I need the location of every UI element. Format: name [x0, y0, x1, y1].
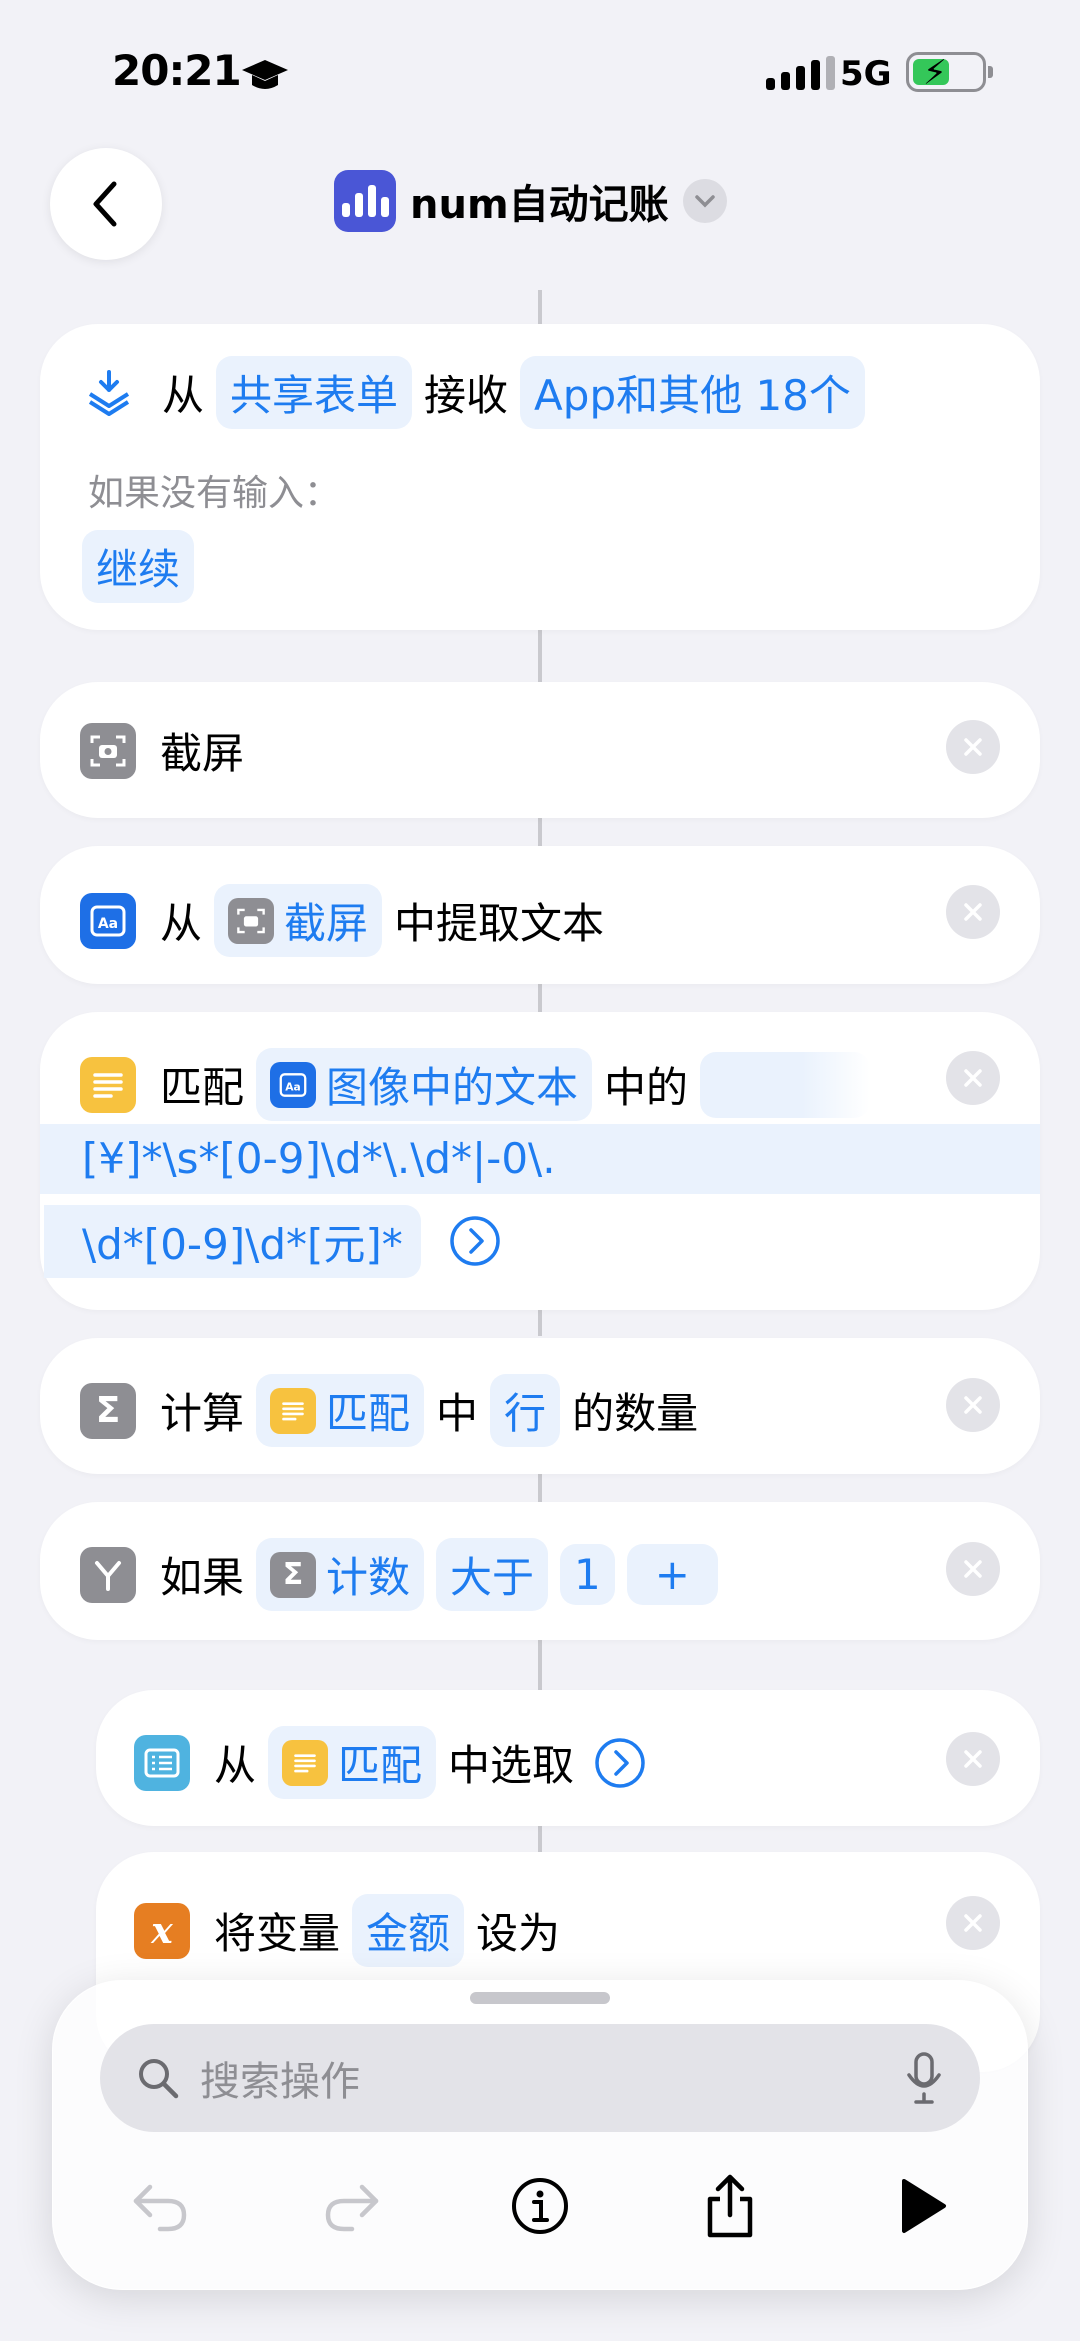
from-label: 从: [162, 371, 205, 420]
tray-download-icon: [88, 369, 130, 416]
branch-icon: [80, 1546, 136, 1603]
from-label: 从: [214, 1741, 257, 1790]
network-label: 5G: [840, 54, 892, 94]
search-placeholder: 搜索操作: [200, 2059, 360, 2105]
match-token-label: 匹配: [326, 1389, 411, 1438]
close-icon[interactable]: [946, 1896, 1000, 1950]
svg-text:Aa: Aa: [285, 1080, 300, 1093]
set-variable-label: 将变量: [214, 1909, 341, 1958]
sheet-handle[interactable]: [470, 1992, 610, 2004]
match-token[interactable]: 匹配: [256, 1374, 425, 1447]
set-to-label: 设为: [476, 1909, 561, 1958]
text-aa-icon: Aa: [270, 1061, 317, 1108]
image-text-token[interactable]: Aa 图像中的文本: [256, 1048, 593, 1121]
chevron-left-icon: [93, 181, 117, 227]
page-title: num自动记账: [410, 182, 669, 228]
flow-line: [538, 984, 542, 1012]
share-icon: [707, 2174, 753, 2238]
screenshot-token[interactable]: 截屏: [214, 884, 383, 957]
of-label: 中的: [604, 1063, 689, 1112]
undo-icon: [133, 2184, 187, 2232]
chevron-down-icon[interactable]: [682, 179, 727, 223]
info-button[interactable]: [500, 2166, 580, 2246]
screenshot-label: 截屏: [160, 729, 245, 778]
pattern-token[interactable]: [700, 1051, 871, 1118]
count-label: 计算: [160, 1389, 245, 1438]
flow-line: [538, 1640, 542, 1690]
add-condition-button[interactable]: +: [626, 1544, 718, 1605]
flow-line: [538, 1310, 542, 1336]
close-icon[interactable]: [946, 720, 1000, 774]
source-token[interactable]: 共享表单: [216, 356, 413, 429]
flow-line: [538, 1474, 542, 1502]
in-label: 中: [436, 1389, 479, 1438]
extract-action-label: 中提取文本: [394, 899, 605, 948]
flow-line: [538, 630, 542, 682]
no-input-label: 如果没有输入：: [88, 473, 341, 514]
count-token[interactable]: Σ 计数: [256, 1538, 425, 1611]
search-field[interactable]: 搜索操作: [100, 2024, 980, 2132]
shortcut-title-menu[interactable]: num自动记账: [334, 170, 727, 232]
close-icon[interactable]: [946, 1542, 1000, 1596]
regex-line-1[interactable]: [¥]*\s*[0-9]\d*\.\d*|-0\.: [82, 1134, 556, 1183]
redo-button[interactable]: [312, 2166, 392, 2246]
camera-viewfinder-icon: [228, 897, 275, 944]
svg-text:Aa: Aa: [98, 916, 118, 932]
chart-app-icon: [334, 170, 396, 232]
match-label: 匹配: [160, 1063, 245, 1112]
graduation-cap-icon: [242, 60, 288, 89]
if-label: 如果: [160, 1553, 245, 1602]
count-tail-label: 的数量: [572, 1389, 699, 1438]
play-icon: [902, 2179, 946, 2233]
types-token[interactable]: App和其他 18个: [520, 356, 865, 429]
redo-icon: [325, 2184, 379, 2232]
chevron-right-circle-icon[interactable]: [594, 1737, 646, 1789]
unit-token[interactable]: 行: [490, 1374, 561, 1447]
get-action-label: 中选取: [448, 1741, 575, 1790]
undo-button[interactable]: [120, 2166, 200, 2246]
close-icon[interactable]: [946, 1732, 1000, 1786]
regex-line-2[interactable]: \d*[0-9]\d*[元]*: [44, 1204, 421, 1278]
image-text-token-label: 图像中的文本: [326, 1063, 579, 1112]
flow-line: [538, 818, 542, 846]
condition-token[interactable]: 大于: [436, 1538, 549, 1611]
sigma-icon: Σ: [80, 1382, 136, 1439]
variable-name-token[interactable]: 金额: [352, 1894, 465, 1967]
close-icon[interactable]: [946, 1378, 1000, 1432]
text-lines-icon: [80, 1056, 136, 1113]
flow-line: [538, 1826, 542, 1852]
screenshot-token-label: 截屏: [284, 899, 369, 948]
list-icon: [134, 1734, 190, 1791]
no-input-token[interactable]: 继续: [82, 530, 195, 603]
text-lines-icon: [270, 1387, 317, 1434]
battery-icon: ⚡: [906, 52, 993, 93]
camera-viewfinder-icon: [80, 722, 136, 779]
back-button[interactable]: [50, 148, 162, 260]
flow-line: [538, 290, 542, 324]
match-token[interactable]: 匹配: [268, 1726, 437, 1799]
receive-label: 接收: [424, 371, 509, 420]
close-icon[interactable]: [946, 1051, 1000, 1105]
sigma-icon: Σ: [270, 1551, 317, 1598]
microphone-icon[interactable]: [904, 2051, 944, 2105]
match-token-label: 匹配: [338, 1741, 423, 1790]
search-icon: [139, 2059, 179, 2099]
signal-icon: [766, 56, 835, 90]
count-token-label: 计数: [326, 1553, 411, 1602]
text-lines-icon: [282, 1739, 329, 1786]
close-icon[interactable]: [946, 885, 1000, 939]
share-button[interactable]: [690, 2166, 770, 2246]
info-icon: [512, 2178, 568, 2234]
chevron-right-circle-icon[interactable]: [449, 1215, 501, 1267]
from-label: 从: [160, 899, 203, 948]
variable-x-icon: x: [134, 1902, 190, 1959]
value-token[interactable]: 1: [560, 1544, 615, 1605]
text-aa-icon: Aa: [80, 892, 136, 949]
run-button[interactable]: [882, 2166, 962, 2246]
status-time: 20:21: [112, 46, 242, 95]
